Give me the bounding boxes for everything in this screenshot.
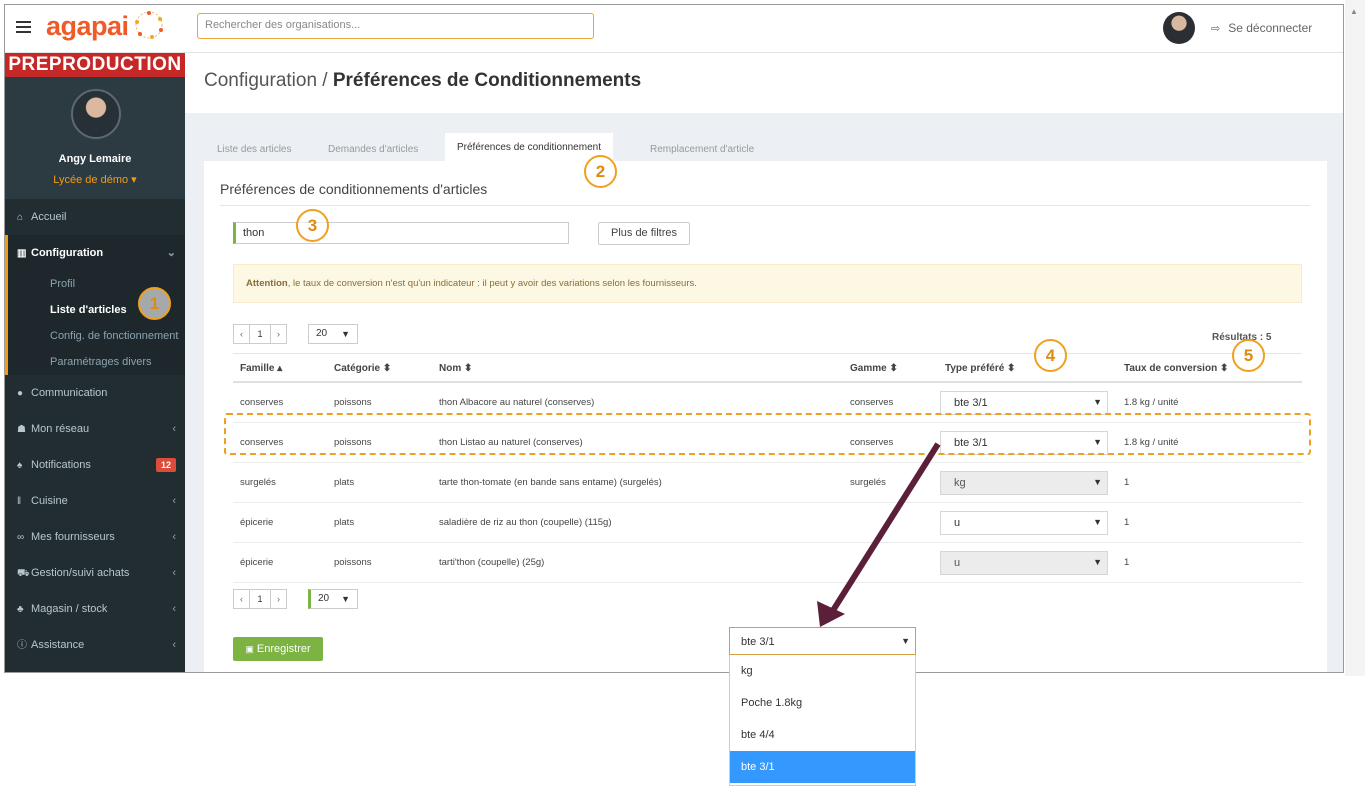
dropdown-value: bte 3/1	[741, 636, 775, 648]
caret-down-icon: ▼	[901, 636, 910, 646]
type-prefere-dropdown[interactable]: bte 3/1 ▼	[729, 627, 916, 655]
option-bte-3-1[interactable]: bte 3/1	[730, 751, 915, 783]
pointer-arrow-icon	[817, 442, 941, 627]
option-bte-4-4[interactable]: bte 4/4	[730, 719, 915, 751]
option-kg[interactable]: kg	[730, 655, 915, 687]
option-poche-1-8kg[interactable]: Poche 1.8kg	[730, 687, 915, 719]
type-prefere-options: kg Poche 1.8kg bte 4/4 bte 3/1	[729, 655, 916, 786]
